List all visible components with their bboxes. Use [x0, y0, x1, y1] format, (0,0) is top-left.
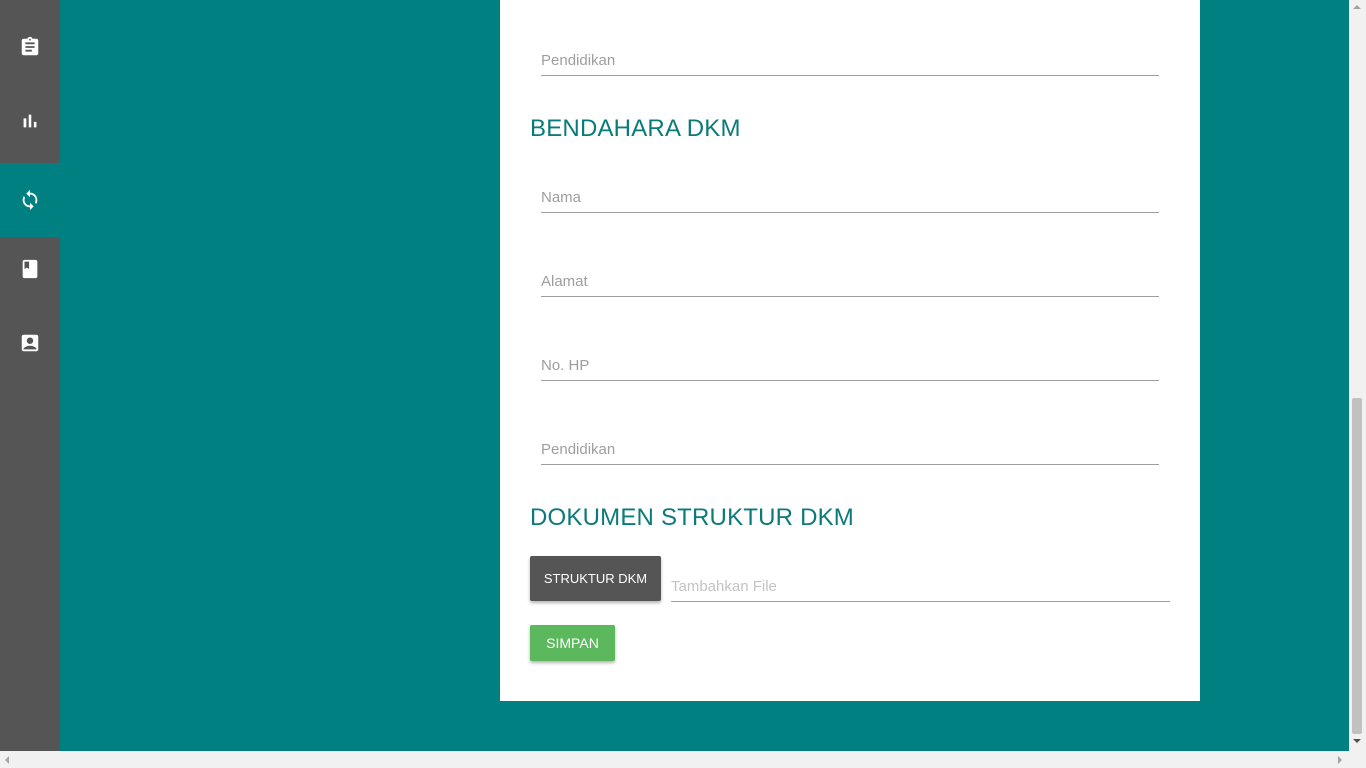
scroll-down-arrow-icon[interactable] — [1353, 739, 1361, 743]
struktur-dkm-file-button[interactable]: STRUKTUR DKM — [530, 556, 661, 601]
vertical-scrollbar-thumb[interactable] — [1352, 398, 1362, 734]
file-path-field[interactable] — [671, 563, 1170, 602]
bar-chart-icon — [23, 114, 37, 128]
book-icon — [22, 259, 38, 279]
bendahara-pendidikan-input[interactable] — [541, 441, 1159, 458]
bendahara-pendidikan-field[interactable] — [541, 424, 1159, 465]
scroll-up-arrow-icon[interactable] — [1353, 5, 1361, 9]
sync-icon — [22, 189, 38, 211]
ketua-pendidikan-input[interactable] — [541, 52, 1159, 69]
bendahara-hp-input[interactable] — [541, 357, 1159, 374]
scroll-left-arrow-icon[interactable] — [5, 756, 9, 764]
sidebar — [0, 0, 60, 751]
horizontal-scrollbar[interactable] — [0, 751, 1366, 768]
bendahara-nama-field[interactable] — [541, 172, 1159, 213]
bendahara-nama-input[interactable] — [541, 189, 1159, 206]
save-button-label: SIMPAN — [546, 635, 599, 651]
dokumen-section-title: DOKUMEN STRUKTUR DKM — [530, 504, 855, 531]
bendahara-alamat-field[interactable] — [541, 256, 1159, 297]
clipboard-icon — [21, 36, 39, 56]
file-path-input[interactable] — [671, 578, 1170, 595]
sidebar-item-clipboard[interactable] — [0, 10, 60, 84]
sidebar-item-chart[interactable] — [0, 84, 60, 158]
ketua-pendidikan-field[interactable] — [541, 35, 1159, 76]
scroll-right-arrow-icon[interactable] — [1338, 756, 1342, 764]
sidebar-item-book[interactable] — [0, 232, 60, 306]
vertical-scrollbar[interactable] — [1349, 0, 1366, 751]
sidebar-item-contact[interactable] — [0, 306, 60, 380]
bendahara-section-title: BENDAHARA DKM — [530, 115, 741, 142]
contact-card-icon — [21, 334, 39, 352]
bendahara-hp-field[interactable] — [541, 340, 1159, 381]
bendahara-alamat-input[interactable] — [541, 273, 1159, 290]
form-card: BENDAHARA DKM DOKUMEN STRUKTUR DKM STRUK… — [500, 0, 1200, 701]
save-button[interactable]: SIMPAN — [530, 625, 615, 661]
struktur-dkm-file-button-label: STRUKTUR DKM — [543, 571, 648, 586]
sidebar-item-sync[interactable] — [0, 163, 60, 237]
